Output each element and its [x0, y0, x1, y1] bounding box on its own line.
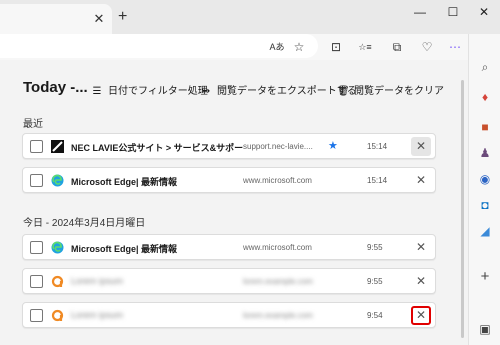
- close-window-icon[interactable]: ✕: [470, 2, 498, 22]
- history-row[interactable]: Lorem ipsum lorem.example.com 9:55 ✕: [22, 268, 436, 294]
- favorite-star-icon[interactable]: ☆: [290, 38, 308, 56]
- export-label: 閲覧データをエクスポートする: [217, 86, 357, 97]
- row-title: Lorem ipsum: [71, 276, 124, 286]
- outlook-icon[interactable]: ◘: [476, 196, 494, 214]
- nec-icon: [51, 140, 64, 153]
- browser-tab[interactable]: ✕: [0, 4, 112, 34]
- history-page: Today -... ☰ 日付でフィルター処理 ↦ 閲覧データをエクスポートする 🗑…: [0, 60, 468, 345]
- tools-icon[interactable]: ■: [476, 118, 494, 136]
- page-title: Today -...: [23, 79, 88, 96]
- row-time: 9:55: [367, 277, 383, 286]
- history-row[interactable]: NEC LAVIE公式サイト > サービス&サポート > ホ... suppor…: [22, 133, 436, 159]
- row-title: Lorem ipsum: [71, 310, 124, 320]
- delete-icon[interactable]: ✕: [411, 137, 431, 156]
- row-title: Microsoft Edge| 最新情報: [71, 244, 178, 254]
- favorites-icon[interactable]: ☆≡: [356, 38, 374, 56]
- row-time: 15:14: [367, 176, 388, 185]
- orange-site-icon: [51, 309, 64, 322]
- office-icon[interactable]: ◉: [476, 170, 494, 188]
- games-icon[interactable]: ♟: [476, 144, 494, 162]
- row-title: NEC LAVIE公式サイト > サービス&サポート > ホ...: [71, 143, 243, 153]
- delete-icon[interactable]: ✕: [411, 238, 431, 257]
- sidebar-settings-icon[interactable]: ▣: [476, 320, 494, 338]
- row-url: www.microsoft.com: [243, 176, 312, 185]
- scrollbar[interactable]: [461, 80, 464, 338]
- tab-close-icon[interactable]: ✕: [92, 12, 106, 26]
- row-url: lorem.example.com: [243, 311, 313, 320]
- edge-icon: [51, 241, 64, 254]
- collections-icon[interactable]: ⧉: [388, 38, 406, 56]
- clear-data-button[interactable]: 🗑 閲覧データをクリア: [337, 82, 444, 97]
- row-checkbox[interactable]: [30, 174, 43, 187]
- shopping-icon[interactable]: ♦: [476, 88, 494, 106]
- new-tab-icon[interactable]: +: [118, 9, 127, 25]
- maximize-icon[interactable]: ☐: [439, 2, 467, 22]
- row-time: 9:55: [367, 243, 383, 252]
- split-screen-icon[interactable]: ⊡: [327, 38, 345, 56]
- toolbar: Aあ ☆ ⊡ ☆≡ ⧉ ♡ ⋯: [0, 34, 500, 60]
- edge-icon: [51, 174, 64, 187]
- designer-icon[interactable]: ◢: [476, 222, 494, 240]
- browser-essentials-icon[interactable]: ♡: [418, 38, 436, 56]
- trash-icon: 🗑: [337, 86, 350, 97]
- read-aloud-icon[interactable]: Aあ: [268, 38, 286, 56]
- row-title: Microsoft Edge| 最新情報: [71, 177, 178, 187]
- minimize-icon[interactable]: —: [406, 2, 434, 22]
- add-icon[interactable]: +: [476, 268, 494, 286]
- star-icon: ★: [328, 140, 338, 152]
- history-row[interactable]: Microsoft Edge| 最新情報 www.microsoft.com 1…: [22, 167, 436, 193]
- row-url: support.nec-lavie....: [243, 142, 313, 151]
- delete-icon[interactable]: ✕: [411, 171, 431, 190]
- filter-by-date-button[interactable]: ☰ 日付でフィルター処理: [91, 82, 208, 97]
- orange-site-icon: [51, 275, 64, 288]
- row-checkbox[interactable]: [30, 241, 43, 254]
- filter-icon: ☰: [92, 86, 102, 97]
- row-time: 9:54: [367, 311, 383, 320]
- history-row[interactable]: Microsoft Edge| 最新情報 www.microsoft.com 9…: [22, 234, 436, 260]
- edge-sidebar: ⌕ ♦ ■ ♟ ◉ ◘ ◢ + ▣: [468, 34, 500, 345]
- row-url: lorem.example.com: [243, 277, 313, 286]
- search-icon[interactable]: ⌕: [476, 58, 494, 76]
- more-icon[interactable]: ⋯: [446, 38, 464, 56]
- row-time: 15:14: [367, 142, 388, 151]
- history-row[interactable]: Lorem ipsum lorem.example.com 9:54 ✕: [22, 302, 436, 328]
- section-recent: 最近: [23, 119, 43, 130]
- delete-icon[interactable]: ✕: [411, 272, 431, 291]
- row-url: www.microsoft.com: [243, 243, 312, 252]
- row-checkbox[interactable]: [30, 140, 43, 153]
- export-icon: ↦: [201, 86, 211, 97]
- section-today: 今日 - 2024年3月4日月曜日: [23, 218, 146, 229]
- row-checkbox[interactable]: [30, 275, 43, 288]
- clear-label: 閲覧データをクリア: [354, 86, 444, 97]
- filter-label: 日付でフィルター処理: [108, 86, 208, 97]
- row-checkbox[interactable]: [30, 309, 43, 322]
- title-bar: ✕ + — ☐ ✕: [0, 0, 500, 34]
- export-button[interactable]: ↦ 閲覧データをエクスポートする: [200, 82, 357, 97]
- address-bar[interactable]: Aあ ☆: [0, 34, 318, 58]
- delete-icon[interactable]: ✕: [411, 306, 431, 325]
